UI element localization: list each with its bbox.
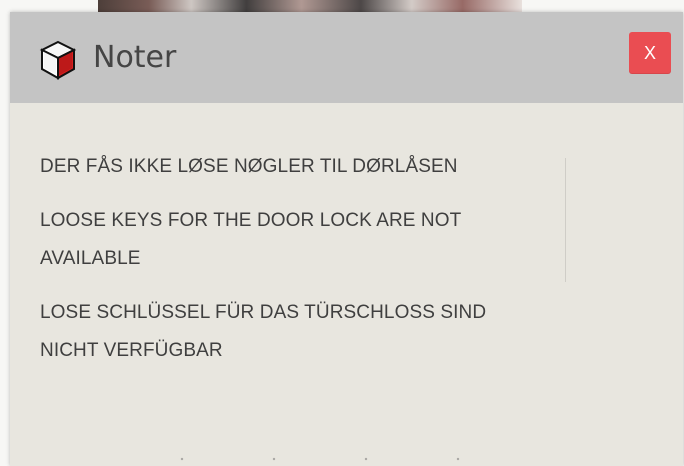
dialog-title: Noter xyxy=(93,40,177,75)
note-line: LOSE SCHLÜSSEL FÜR DAS TÜRSCHLOSS SIND xyxy=(40,302,487,323)
note-line: NICHT VERFÜGBAR xyxy=(40,340,223,361)
note-line: AVAILABLE xyxy=(40,248,141,269)
notes-body: DER FÅS IKKE LØSE NØGLER TIL DØRLÅSEN LO… xyxy=(40,148,640,386)
note-line: LOOSE KEYS FOR THE DOOR LOCK ARE NOT xyxy=(40,210,462,231)
note-text: DER FÅS IKKE LØSE NØGLER TIL DØRLÅSEN xyxy=(40,156,458,177)
note-german: LOSE SCHLÜSSEL FÜR DAS TÜRSCHLOSS SIND N… xyxy=(40,294,640,370)
bottom-background-dots xyxy=(136,452,540,466)
close-button[interactable]: X xyxy=(629,32,671,74)
notes-dialog: Noter X DER FÅS IKKE LØSE NØGLER TIL DØR… xyxy=(10,12,683,466)
cube-icon xyxy=(36,38,80,82)
dialog-header: Noter X xyxy=(10,12,683,103)
note-danish: DER FÅS IKKE LØSE NØGLER TIL DØRLÅSEN xyxy=(40,148,640,186)
note-english: LOOSE KEYS FOR THE DOOR LOCK ARE NOT AVA… xyxy=(40,202,640,278)
